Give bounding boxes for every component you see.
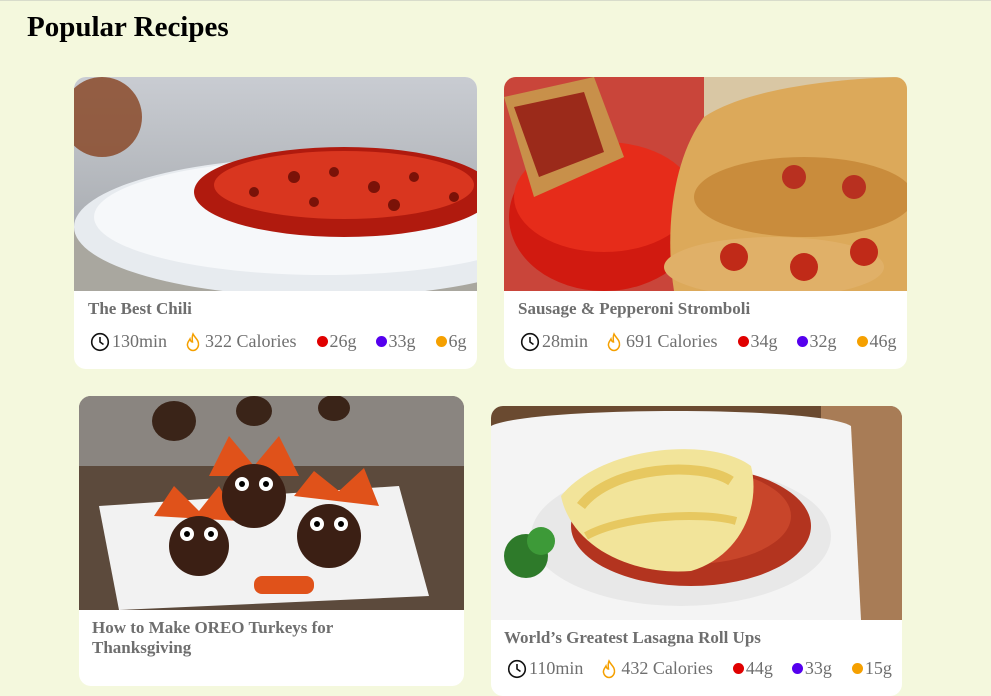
recipe-stats: 28min 691 Calories 34g 32g 46g [520, 331, 897, 352]
fat: 6g [435, 331, 467, 352]
clock-icon [520, 332, 540, 352]
recipe-image-oreo-turkeys[interactable] [79, 396, 464, 610]
recipe-card-oreo-turkeys[interactable]: How to Make OREO Turkeys for Thanksgivin… [79, 396, 464, 686]
calories-value: 691 Calories [626, 331, 718, 351]
fat-dot [435, 336, 447, 347]
cook-time-value: 28min [542, 331, 589, 351]
calories: 691 Calories [604, 331, 718, 352]
recipe-card-stromboli[interactable]: Sausage & Pepperoni Stromboli 28min 691 … [504, 77, 907, 369]
fat-dot [856, 336, 868, 347]
fat-value: 46g [869, 331, 897, 351]
recipe-image-stromboli[interactable] [504, 77, 907, 291]
recipe-image-lasagna[interactable] [491, 406, 902, 620]
carbs-dot [375, 336, 387, 347]
top-divider [0, 0, 991, 1]
fat-value: 6g [448, 331, 467, 351]
recipe-card-lasagna-roll-ups[interactable]: World’s Greatest Lasagna Roll Ups 110min… [491, 406, 902, 696]
protein: 34g [737, 331, 778, 352]
recipe-title[interactable]: Sausage & Pepperoni Stromboli [518, 299, 750, 319]
carbs-dot [796, 336, 808, 347]
flame-icon [183, 331, 203, 352]
recipe-title[interactable]: The Best Chili [88, 299, 192, 319]
calories-value: 322 Calories [205, 331, 297, 351]
protein: 26g [316, 331, 357, 352]
protein-value: 34g [750, 331, 778, 351]
fat: 46g [856, 331, 897, 352]
cook-time: 130min [90, 331, 167, 352]
flame-icon [604, 331, 624, 352]
protein-dot [316, 336, 328, 347]
carbs-value: 32g [809, 331, 837, 351]
protein-value: 26g [329, 331, 357, 351]
page-title: Popular Recipes [27, 11, 229, 43]
recipe-title[interactable]: How to Make OREO Turkeys for Thanksgivin… [92, 618, 382, 658]
clock-icon [90, 332, 110, 352]
calories: 322 Calories [183, 331, 297, 352]
recipe-stats: 130min 322 Calories 26g 33g 6g [90, 331, 467, 352]
protein-dot [737, 336, 749, 347]
cook-time-value: 130min [112, 331, 168, 351]
recipe-image-chili[interactable] [74, 77, 477, 291]
cook-time: 28min [520, 331, 588, 352]
carbs-value: 33g [388, 331, 416, 351]
recipe-title[interactable]: World’s Greatest Lasagna Roll Ups [504, 628, 761, 648]
recipe-card-best-chili[interactable]: The Best Chili 130min 322 Calories 26g 3… [74, 77, 477, 369]
carbs: 32g [796, 331, 837, 352]
carbs: 33g [375, 331, 416, 352]
